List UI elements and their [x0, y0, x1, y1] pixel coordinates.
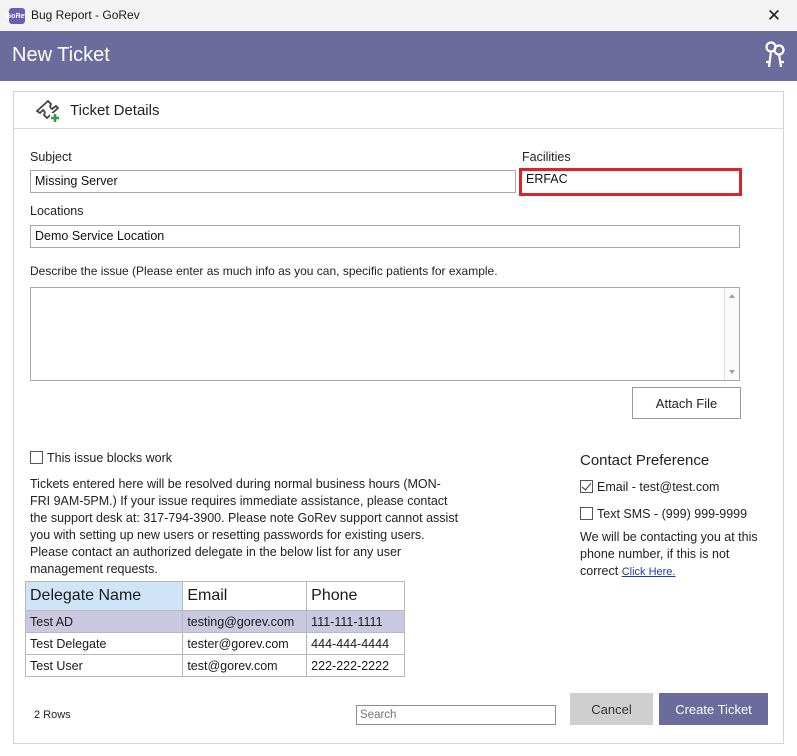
search-input[interactable]	[356, 705, 556, 725]
delegate-name-cell: Test Delegate	[24, 632, 184, 655]
gorev-app-icon: GoRev	[6, 8, 28, 24]
email-label: Email - test@test.com	[597, 480, 720, 494]
delegate-name-cell: Test User	[24, 654, 184, 677]
column-header-email[interactable]: Email	[182, 581, 308, 611]
scroll-up-icon[interactable]	[729, 294, 735, 298]
page-title: New Ticket	[12, 44, 110, 66]
blocks-work-label: This issue blocks work	[47, 451, 173, 465]
describe-textarea[interactable]	[30, 287, 740, 381]
business-hours-info: Tickets entered here will be resolved du…	[30, 477, 459, 576]
close-icon[interactable]: ✕	[751, 0, 797, 31]
cancel-button[interactable]: Cancel	[570, 693, 653, 725]
window-titlebar: GoRev Bug Report - GoRev ✕	[0, 0, 797, 31]
delegate-email-cell: testing@gorev.com	[182, 610, 308, 633]
attach-file-button[interactable]: Attach File	[632, 387, 741, 419]
locations-input[interactable]: Demo Service Location	[30, 225, 740, 248]
row-count: 2 Rows	[34, 709, 71, 721]
sms-checkbox[interactable]	[580, 507, 593, 520]
column-header-delegate-name[interactable]: Delegate Name	[24, 581, 184, 611]
sms-label: Text SMS - (999) 999-9999	[597, 507, 748, 521]
delegate-name-cell: Test AD	[24, 610, 184, 633]
table-header-row: Delegate Name Email Phone	[24, 581, 405, 611]
blocks-work-checkbox[interactable]	[30, 451, 43, 464]
column-header-phone[interactable]: Phone	[306, 581, 405, 611]
create-ticket-button[interactable]: Create Ticket	[659, 693, 768, 725]
delegate-email-cell: test@gorev.com	[182, 654, 308, 677]
table-row[interactable]: Test Delegate tester@gorev.com 444-444-4…	[24, 632, 405, 655]
delegate-phone-cell: 111-111-1111	[306, 610, 405, 633]
facilities-label: Facilities	[522, 150, 571, 164]
panel-header: Ticket Details	[14, 92, 783, 129]
table-row[interactable]: Test User test@gorev.com 222-222-2222	[24, 654, 405, 677]
subject-label: Subject	[30, 150, 72, 164]
locations-label: Locations	[30, 204, 84, 218]
subject-input[interactable]: Missing Server	[30, 170, 516, 193]
panel-title: Ticket Details	[70, 102, 160, 119]
click-here-link[interactable]: Click Here.	[622, 566, 676, 578]
facilities-input[interactable]: ERFAC	[519, 168, 742, 196]
scroll-down-icon[interactable]	[729, 370, 735, 374]
delegate-phone-cell: 444-444-4444	[306, 632, 405, 655]
contact-note: We will be contacting you at this phone …	[580, 529, 760, 581]
page-header: New Ticket	[0, 31, 797, 81]
email-checkbox[interactable]	[580, 480, 593, 493]
delegate-phone-cell: 222-222-2222	[306, 654, 405, 677]
delegates-table: Delegate Name Email Phone Test AD testin…	[24, 581, 405, 677]
delegate-email-cell: tester@gorev.com	[182, 632, 308, 655]
textarea-scrollbar[interactable]	[724, 288, 739, 380]
checkmark-icon	[581, 480, 592, 491]
keys-icon[interactable]	[763, 41, 787, 69]
ticket-add-icon	[35, 99, 60, 123]
table-row[interactable]: Test AD testing@gorev.com 111-111-1111	[24, 610, 405, 633]
contact-preference-title: Contact Preference	[580, 452, 710, 469]
app-icon-text: GoRev	[5, 12, 29, 20]
window-title: Bug Report - GoRev	[31, 8, 140, 22]
describe-label: Describe the issue (Please enter as much…	[30, 264, 498, 278]
